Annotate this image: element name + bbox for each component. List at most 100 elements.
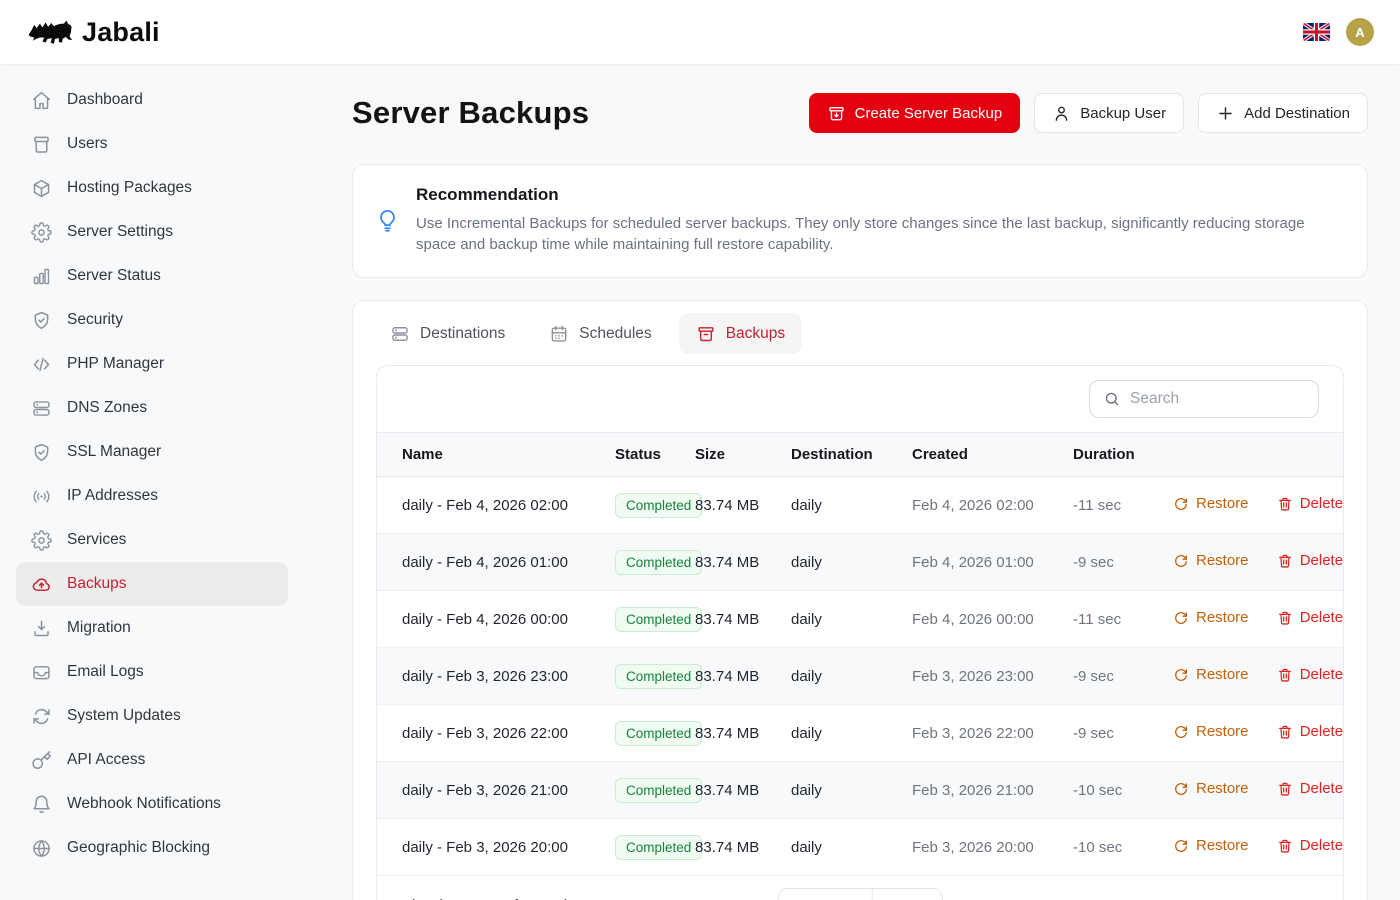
search-row <box>377 366 1343 432</box>
sidebar-item-hosting-packages[interactable]: Hosting Packages <box>16 166 288 210</box>
restore-button[interactable]: Restore <box>1173 837 1249 854</box>
sidebar-item-label: SSL Manager <box>67 443 161 461</box>
recommendation-body: Use Incremental Backups for scheduled se… <box>416 214 1321 255</box>
table-row: daily - Feb 4, 2026 00:00 Completed 83.7… <box>377 591 1343 648</box>
main-content: Server Backups Create Server Backup Backu… <box>304 64 1400 900</box>
backups-card: DestinationsSchedules Backups NameStatusS… <box>352 300 1368 900</box>
backup-created: Feb 4, 2026 01:00 <box>912 534 1073 591</box>
sidebar-item-label: Server Status <box>67 267 161 285</box>
restore-button[interactable]: Restore <box>1173 609 1249 626</box>
sidebar-item-system-updates[interactable]: System Updates <box>16 694 288 738</box>
tab-destinations[interactable]: Destinations <box>373 313 522 354</box>
refresh-icon <box>31 706 52 727</box>
search-input[interactable] <box>1130 390 1305 408</box>
inbox-icon <box>31 662 52 683</box>
avatar[interactable]: A <box>1346 18 1374 46</box>
column-header-name: Name <box>377 433 615 477</box>
table-header-row: NameStatusSizeDestinationCreatedDuration <box>377 433 1343 477</box>
sidebar-item-dashboard[interactable]: Dashboard <box>16 78 288 122</box>
sidebar-item-label: Webhook Notifications <box>67 795 221 813</box>
sidebar-item-label: Email Logs <box>67 663 144 681</box>
add-destination-button[interactable]: Add Destination <box>1198 93 1368 133</box>
sidebar-item-ssl-manager[interactable]: SSL Manager <box>16 430 288 474</box>
restore-button[interactable]: Restore <box>1173 723 1249 740</box>
brand[interactable]: Jabali <box>26 16 160 49</box>
restore-button[interactable]: Restore <box>1173 666 1249 683</box>
restore-button[interactable]: Restore <box>1173 552 1249 569</box>
backup-created: Feb 4, 2026 00:00 <box>912 591 1073 648</box>
sidebar-item-migration[interactable]: Migration <box>16 606 288 650</box>
sidebar-item-label: Geographic Blocking <box>67 839 210 857</box>
sidebar-item-label: Server Settings <box>67 223 173 241</box>
restore-button[interactable]: Restore <box>1173 495 1249 512</box>
status-badge: Completed <box>615 493 702 518</box>
search-box[interactable] <box>1089 380 1319 418</box>
tab-backups[interactable]: Backups <box>679 313 802 354</box>
sidebar-item-services[interactable]: Services <box>16 518 288 562</box>
restore-icon <box>1173 553 1189 569</box>
column-header-duration: Duration <box>1073 433 1173 477</box>
sidebar-item-ip-addresses[interactable]: IP Addresses <box>16 474 288 518</box>
sidebar-item-api-access[interactable]: API Access <box>16 738 288 782</box>
home-icon <box>31 90 52 111</box>
broadcast-icon <box>31 486 52 507</box>
table-card: NameStatusSizeDestinationCreatedDuration… <box>376 365 1344 900</box>
sidebar-item-php-manager[interactable]: PHP Manager <box>16 342 288 386</box>
per-page-select[interactable]: Per page 10 <box>778 888 943 900</box>
lightbulb-icon <box>375 208 400 233</box>
code-icon <box>31 354 52 375</box>
status-badge: Completed <box>615 835 702 860</box>
recommendation-card: Recommendation Use Incremental Backups f… <box>352 164 1368 278</box>
backup-name: daily - Feb 3, 2026 22:00 <box>377 705 615 762</box>
backup-name: daily - Feb 4, 2026 01:00 <box>377 534 615 591</box>
search-icon <box>1103 390 1121 408</box>
uk-flag-icon[interactable] <box>1303 23 1330 41</box>
create-server-backup-button[interactable]: Create Server Backup <box>809 93 1021 133</box>
sidebar-item-security[interactable]: Security <box>16 298 288 342</box>
status-badge: Completed <box>615 778 702 803</box>
backup-destination: daily <box>791 762 912 819</box>
top-navbar: Jabali A <box>0 0 1400 64</box>
backup-size: 83.74 MB <box>695 591 791 648</box>
sidebar-item-label: Dashboard <box>67 91 143 109</box>
delete-button[interactable]: Delete <box>1277 780 1343 797</box>
delete-button[interactable]: Delete <box>1277 609 1343 626</box>
sidebar-item-backups[interactable]: Backups <box>16 562 288 606</box>
delete-button[interactable]: Delete <box>1277 666 1343 683</box>
recommendation-text: Recommendation Use Incremental Backups f… <box>416 185 1321 255</box>
table-row: daily - Feb 4, 2026 02:00 Completed 83.7… <box>377 477 1343 534</box>
restore-button[interactable]: Restore <box>1173 780 1249 797</box>
bell-icon <box>31 794 52 815</box>
tab-schedules[interactable]: Schedules <box>532 313 668 354</box>
backup-size: 83.74 MB <box>695 477 791 534</box>
sidebar-item-users[interactable]: Users <box>16 122 288 166</box>
sidebar-item-dns-zones[interactable]: DNS Zones <box>16 386 288 430</box>
sidebar-item-geographic-blocking[interactable]: Geographic Blocking <box>16 826 288 870</box>
trash-icon <box>1277 667 1293 683</box>
table-row: daily - Feb 4, 2026 01:00 Completed 83.7… <box>377 534 1343 591</box>
sidebar-item-server-status[interactable]: Server Status <box>16 254 288 298</box>
sidebar-item-webhook-notifications[interactable]: Webhook Notifications <box>16 782 288 826</box>
table-row: daily - Feb 3, 2026 21:00 Completed 83.7… <box>377 762 1343 819</box>
recommendation-title: Recommendation <box>416 185 1321 205</box>
backup-size: 83.74 MB <box>695 819 791 876</box>
server-stack-icon <box>390 324 410 344</box>
sidebar-item-server-settings[interactable]: Server Settings <box>16 210 288 254</box>
archive-down-icon <box>827 104 846 123</box>
sidebar-item-email-logs[interactable]: Email Logs <box>16 650 288 694</box>
delete-button[interactable]: Delete <box>1277 495 1343 512</box>
backup-created: Feb 4, 2026 02:00 <box>912 477 1073 534</box>
delete-button[interactable]: Delete <box>1277 723 1343 740</box>
bar-chart-icon <box>31 266 52 287</box>
brand-name: Jabali <box>82 17 160 48</box>
backup-destination: daily <box>791 648 912 705</box>
delete-button[interactable]: Delete <box>1277 837 1343 854</box>
status-badge: Completed <box>615 664 702 689</box>
column-header-status: Status <box>615 433 695 477</box>
backup-user-button[interactable]: Backup User <box>1034 93 1184 133</box>
delete-button[interactable]: Delete <box>1277 552 1343 569</box>
column-header-destination: Destination <box>791 433 912 477</box>
backup-duration: -10 sec <box>1073 762 1173 819</box>
backup-destination: daily <box>791 591 912 648</box>
page-title: Server Backups <box>352 95 589 131</box>
